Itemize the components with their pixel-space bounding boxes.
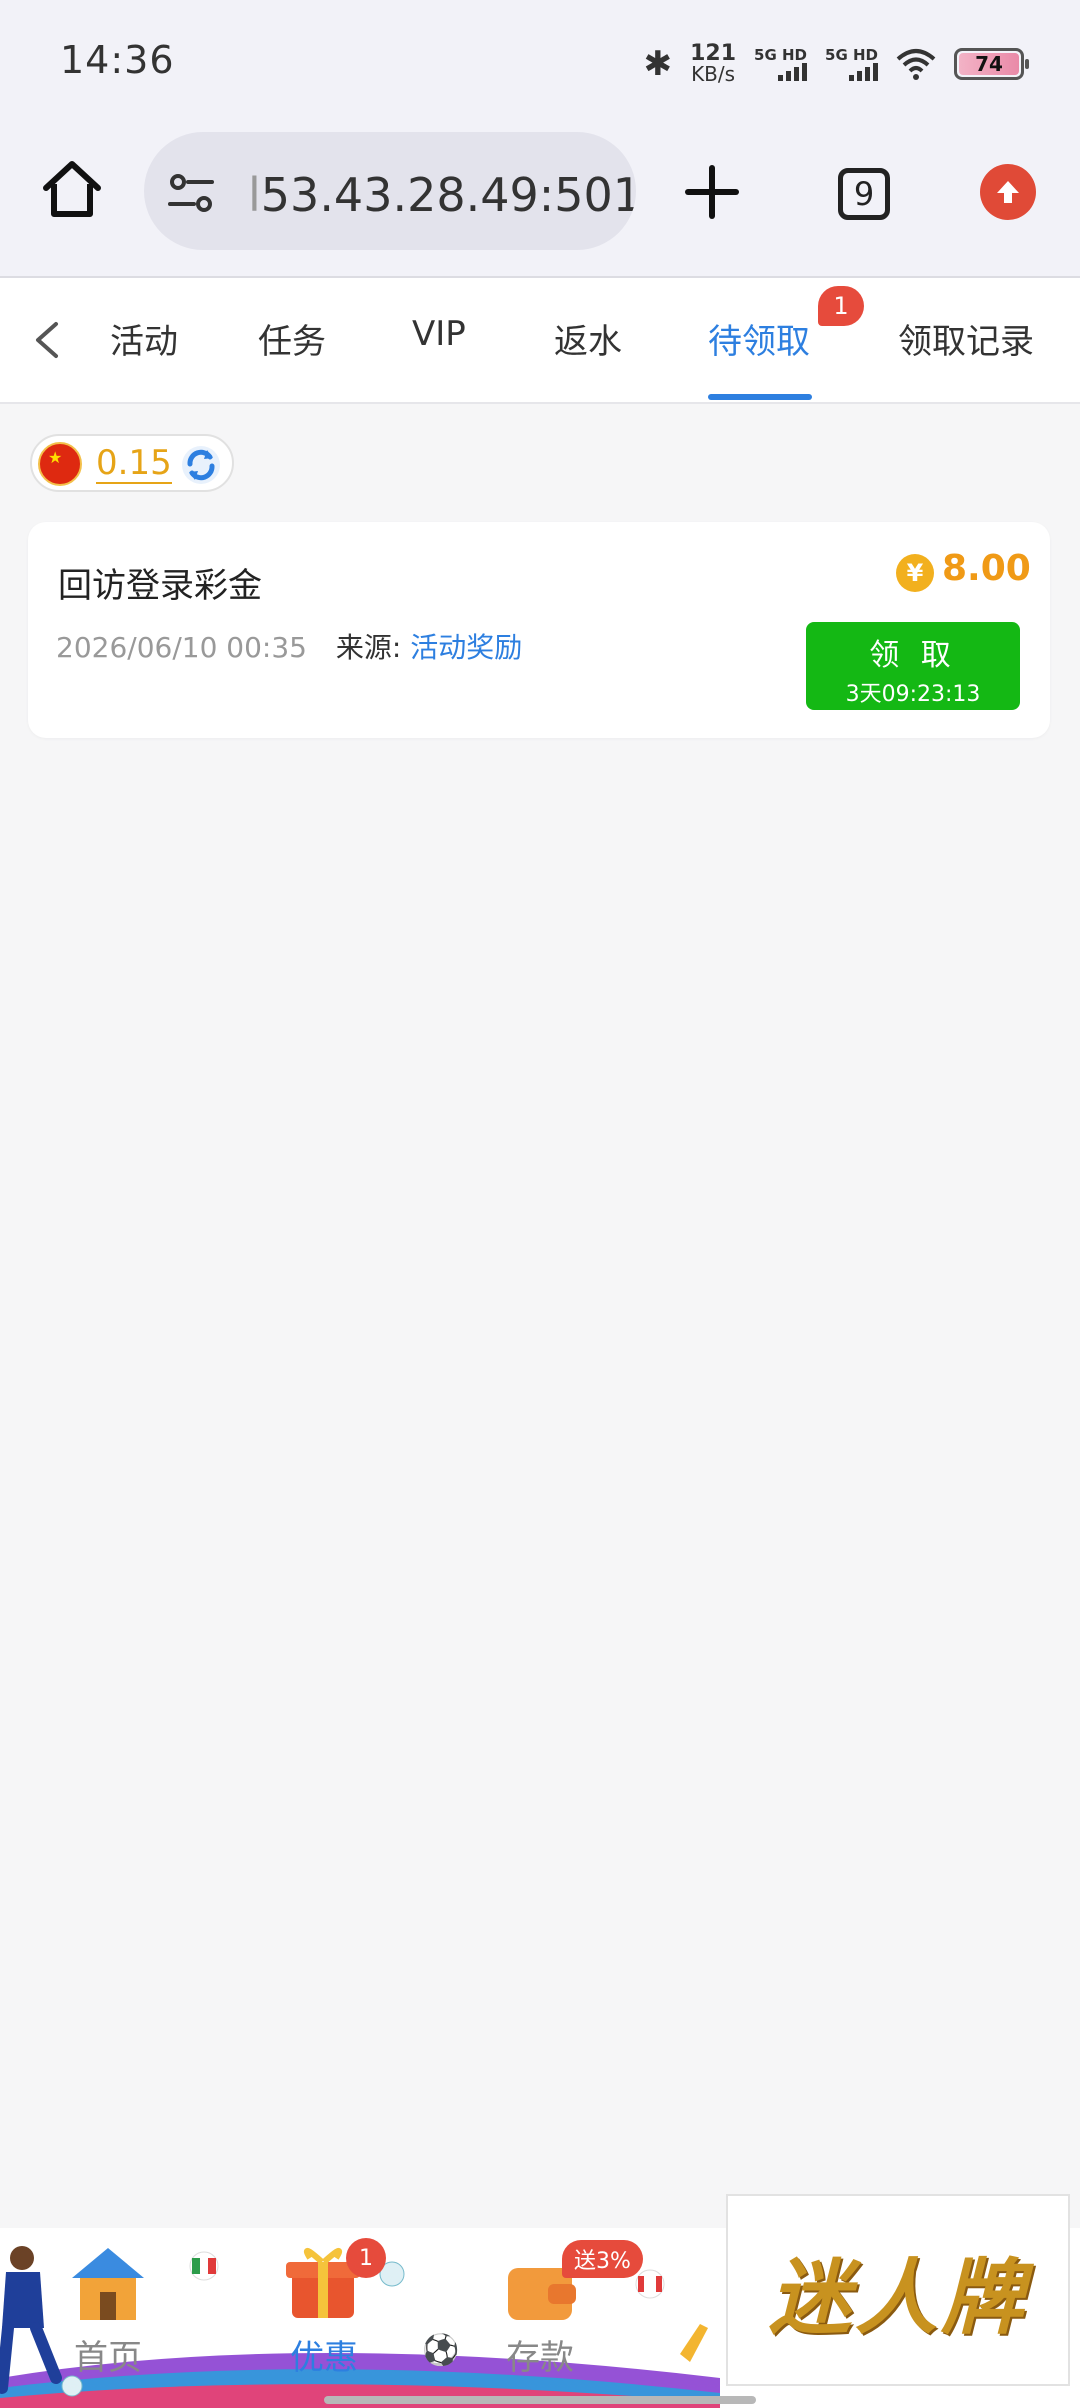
reward-meta: 2026/06/10 00:35 来源: 活动奖励 (56, 626, 522, 666)
arrow-up-icon (997, 181, 1019, 203)
sim2-label: 5G HD (825, 46, 878, 64)
status-icons: ✱ 121 KB/s 5G HD 5G HD 74 (643, 40, 1029, 88)
claim-countdown: 3天09:23:13 (845, 682, 981, 707)
update-icon[interactable] (980, 164, 1036, 220)
source-value: 活动奖励 (410, 631, 523, 664)
battery-level: 74 (959, 52, 1019, 76)
balance-chip: ★ 0.15 (30, 434, 234, 492)
nav-home[interactable]: 首页 (74, 2330, 142, 2379)
promotions-badge: 1 (346, 2238, 386, 2278)
refresh-icon[interactable] (180, 444, 222, 486)
promo-tabs: 活动 任务 VIP 返水 待领取 领取记录 1 (0, 278, 1080, 404)
nav-deposit[interactable]: 存款 (506, 2330, 574, 2379)
pending-count-badge: 1 (818, 286, 864, 326)
bluetooth-icon: ✱ (643, 44, 673, 84)
tab-activity[interactable]: 活动 (110, 314, 178, 363)
sim1-signal-icon: 5G HD (754, 46, 808, 81)
svg-text:⚽: ⚽ (421, 2332, 459, 2368)
sim2-signal-icon: 5G HD (825, 47, 878, 81)
reward-card: 回访登录彩金 2026/06/10 00:35 来源: 活动奖励 ¥ 8.00 … (28, 522, 1050, 738)
network-speed-unit: KB/s (691, 62, 736, 86)
site-settings-icon[interactable] (166, 168, 216, 218)
new-tab-icon[interactable] (682, 162, 742, 222)
address-bar[interactable]: l53.43.28.49:5012 (144, 132, 636, 250)
active-tab-indicator (708, 394, 812, 400)
nav-promotions[interactable]: 优惠 (290, 2330, 358, 2379)
browser-toolbar: l53.43.28.49:5012 9 (0, 128, 1080, 278)
balance-value: 0.15 (96, 443, 172, 484)
network-speed-value: 121 (690, 41, 737, 66)
reward-title: 回访登录彩金 (58, 566, 262, 606)
gesture-home-indicator[interactable] (324, 2396, 756, 2404)
wifi-icon (896, 49, 936, 80)
reward-amount: 8.00 (942, 548, 1031, 589)
url-text[interactable]: l53.43.28.49:5012 (248, 168, 636, 222)
battery-icon: 74 (954, 48, 1029, 80)
clock: 14:36 (60, 38, 175, 82)
url-value: 53.43.28.49:5012 (260, 168, 636, 222)
tab-switcher-button[interactable]: 9 (838, 168, 890, 220)
url-cursor: l (248, 168, 261, 222)
yuan-coin-icon: ¥ (896, 554, 934, 592)
deposit-bonus-tag: 送3% (562, 2240, 643, 2278)
tab-count: 9 (853, 175, 875, 213)
home-icon[interactable] (40, 158, 104, 222)
claim-button[interactable]: 领 取 3天09:23:13 (806, 622, 1020, 710)
brand-text: 迷人牌 (769, 2249, 1027, 2346)
sim1-label: 5G HD (754, 46, 808, 64)
chevron-left-icon[interactable] (30, 320, 64, 360)
home-nav-icon (72, 2248, 144, 2320)
reward-datetime: 2026/06/10 00:35 (56, 631, 307, 664)
china-flag-icon: ★ (38, 442, 82, 486)
tab-tasks[interactable]: 任务 (258, 314, 326, 363)
network-speed: 121 KB/s (690, 41, 737, 86)
tab-vip[interactable]: VIP (412, 314, 466, 354)
claim-label: 领 取 (869, 638, 957, 673)
source-label: 来源: (335, 631, 402, 664)
tab-rebate[interactable]: 返水 (554, 314, 622, 363)
tab-claim-history[interactable]: 领取记录 (898, 314, 1034, 363)
brand-logo: 迷人牌 (726, 2194, 1070, 2386)
tab-pending[interactable]: 待领取 (708, 314, 810, 363)
status-bar: 14:36 ✱ 121 KB/s 5G HD 5G HD 74 (0, 0, 1080, 128)
